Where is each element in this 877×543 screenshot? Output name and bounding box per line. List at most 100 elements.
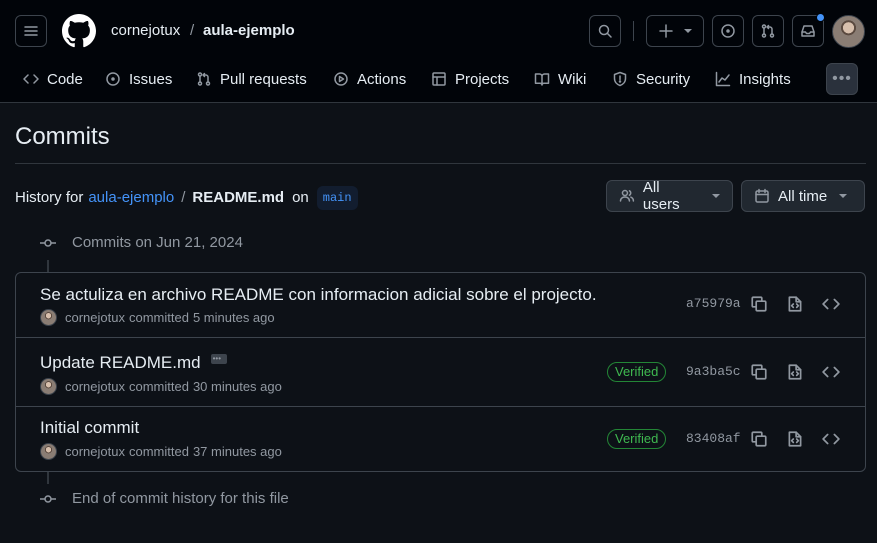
chevron-down-icon — [684, 29, 692, 33]
tab-projects-label: Projects — [455, 70, 510, 88]
menu-button[interactable] — [15, 15, 47, 47]
expand-message-button[interactable] — [210, 348, 227, 370]
tab-security-label: Security — [636, 70, 691, 88]
breadcrumb-repo[interactable]: aula-ejemplo — [203, 21, 295, 41]
commit-sha[interactable]: a75979a — [686, 295, 741, 313]
verified-badge[interactable]: Verified — [607, 429, 667, 449]
commit-meta: cornejotux committed 37 minutes ago — [40, 443, 282, 460]
breadcrumb-separator: / — [190, 22, 195, 39]
users-filter-label: All users — [642, 179, 680, 213]
hamburger-icon — [24, 26, 38, 36]
tab-projects[interactable]: Projects — [431, 62, 509, 96]
file-code-icon — [788, 296, 802, 312]
time-filter-button[interactable]: All time — [741, 180, 865, 212]
commit-author[interactable]: cornejotux — [65, 444, 125, 459]
end-history-node-icon — [40, 491, 56, 507]
issue-icon — [106, 72, 120, 86]
history-on-label: on — [292, 189, 309, 206]
book-icon — [534, 73, 550, 86]
browse-repo-button[interactable] — [822, 295, 840, 313]
tab-code-label: Code — [47, 70, 83, 88]
commit-group-date: Commits on Jun 21, 2024 — [72, 234, 243, 251]
tab-pull-requests-label: Pull requests — [220, 70, 307, 88]
issues-button[interactable] — [712, 15, 744, 47]
header-divider — [633, 21, 634, 41]
view-file-button[interactable] — [786, 363, 804, 381]
tab-actions[interactable]: Actions — [333, 62, 406, 96]
commit-message: Se actuliza en archivo README con inform… — [40, 285, 597, 304]
table-icon — [432, 72, 446, 86]
page-title: Commits — [15, 123, 110, 150]
history-breadcrumb: History for aula-ejemplo / README.md on … — [15, 186, 358, 210]
users-filter-button[interactable]: All users — [606, 179, 733, 213]
chevron-down-icon — [712, 194, 720, 198]
breadcrumb-owner[interactable]: cornejotux — [111, 21, 180, 41]
commit-sha[interactable]: 83408af — [686, 430, 741, 448]
pull-requests-button[interactable] — [752, 15, 784, 47]
copy-sha-button[interactable] — [750, 363, 768, 381]
end-of-history: End of commit history for this file — [72, 490, 289, 507]
tab-wiki-label: Wiki — [558, 70, 587, 88]
verified-badge[interactable]: Verified — [607, 362, 667, 382]
tab-insights[interactable]: Insights — [715, 62, 791, 96]
history-prefix: History for — [15, 189, 84, 206]
people-icon — [619, 189, 635, 202]
tab-issues-label: Issues — [129, 70, 173, 88]
commit-message-link[interactable]: Update README.md — [40, 348, 227, 374]
tab-pull-requests[interactable]: Pull requests — [196, 62, 307, 96]
time-filter-label: All time — [778, 187, 828, 205]
shield-icon — [613, 71, 627, 87]
more-tabs-button[interactable]: ••• — [826, 63, 858, 95]
commit-action: committed — [128, 310, 189, 325]
copy-icon — [751, 364, 767, 380]
browse-repo-button[interactable] — [822, 363, 840, 381]
kebab-horizontal-icon: ••• — [832, 70, 852, 87]
commit-list: Se actuliza en archivo README con inform… — [15, 272, 866, 472]
history-separator: / — [181, 189, 186, 206]
tab-insights-label: Insights — [739, 70, 791, 88]
copy-icon — [751, 296, 767, 312]
commit-group-node-icon — [40, 235, 56, 251]
commit-author[interactable]: cornejotux — [65, 379, 125, 394]
file-code-icon — [788, 364, 802, 380]
view-file-button[interactable] — [786, 430, 804, 448]
timeline-line — [47, 260, 49, 272]
commit-action: committed — [128, 444, 189, 459]
commit-author[interactable]: cornejotux — [65, 310, 125, 325]
inbox-icon — [801, 25, 815, 37]
file-code-icon — [788, 431, 802, 447]
code-icon — [822, 298, 840, 310]
create-new-button[interactable] — [646, 15, 704, 47]
play-icon — [334, 72, 348, 86]
app-header: cornejotux / aula-ejemplo Code Issues Pu… — [0, 0, 877, 103]
tab-wiki[interactable]: Wiki — [534, 62, 586, 96]
author-avatar[interactable] — [40, 378, 57, 395]
timeline-line — [47, 472, 49, 484]
notification-indicator — [816, 13, 825, 22]
tab-code[interactable]: Code — [23, 62, 83, 96]
view-file-button[interactable] — [786, 295, 804, 313]
commit-message: Update README.md — [40, 353, 201, 372]
copy-sha-button[interactable] — [750, 430, 768, 448]
commit-sha[interactable]: 9a3ba5c — [686, 363, 741, 381]
copy-sha-button[interactable] — [750, 295, 768, 313]
graph-icon — [715, 71, 731, 87]
copy-icon — [751, 431, 767, 447]
author-avatar[interactable] — [40, 443, 57, 460]
code-icon — [822, 433, 840, 445]
history-repo-link[interactable]: aula-ejemplo — [88, 188, 174, 208]
tab-security[interactable]: Security — [612, 62, 690, 96]
github-logo-icon[interactable] — [62, 14, 96, 48]
code-icon — [822, 366, 840, 378]
search-button[interactable] — [589, 15, 621, 47]
browse-repo-button[interactable] — [822, 430, 840, 448]
plus-icon — [659, 24, 673, 38]
commit-action: committed — [128, 379, 189, 394]
tab-issues[interactable]: Issues — [105, 62, 172, 96]
user-avatar[interactable] — [832, 15, 865, 48]
top-bar: cornejotux / aula-ejemplo — [0, 0, 877, 62]
author-avatar[interactable] — [40, 309, 57, 326]
commit-message-link[interactable]: Initial commit — [40, 417, 139, 439]
commit-message-link[interactable]: Se actuliza en archivo README con inform… — [40, 284, 597, 306]
branch-badge[interactable]: main — [316, 186, 358, 210]
